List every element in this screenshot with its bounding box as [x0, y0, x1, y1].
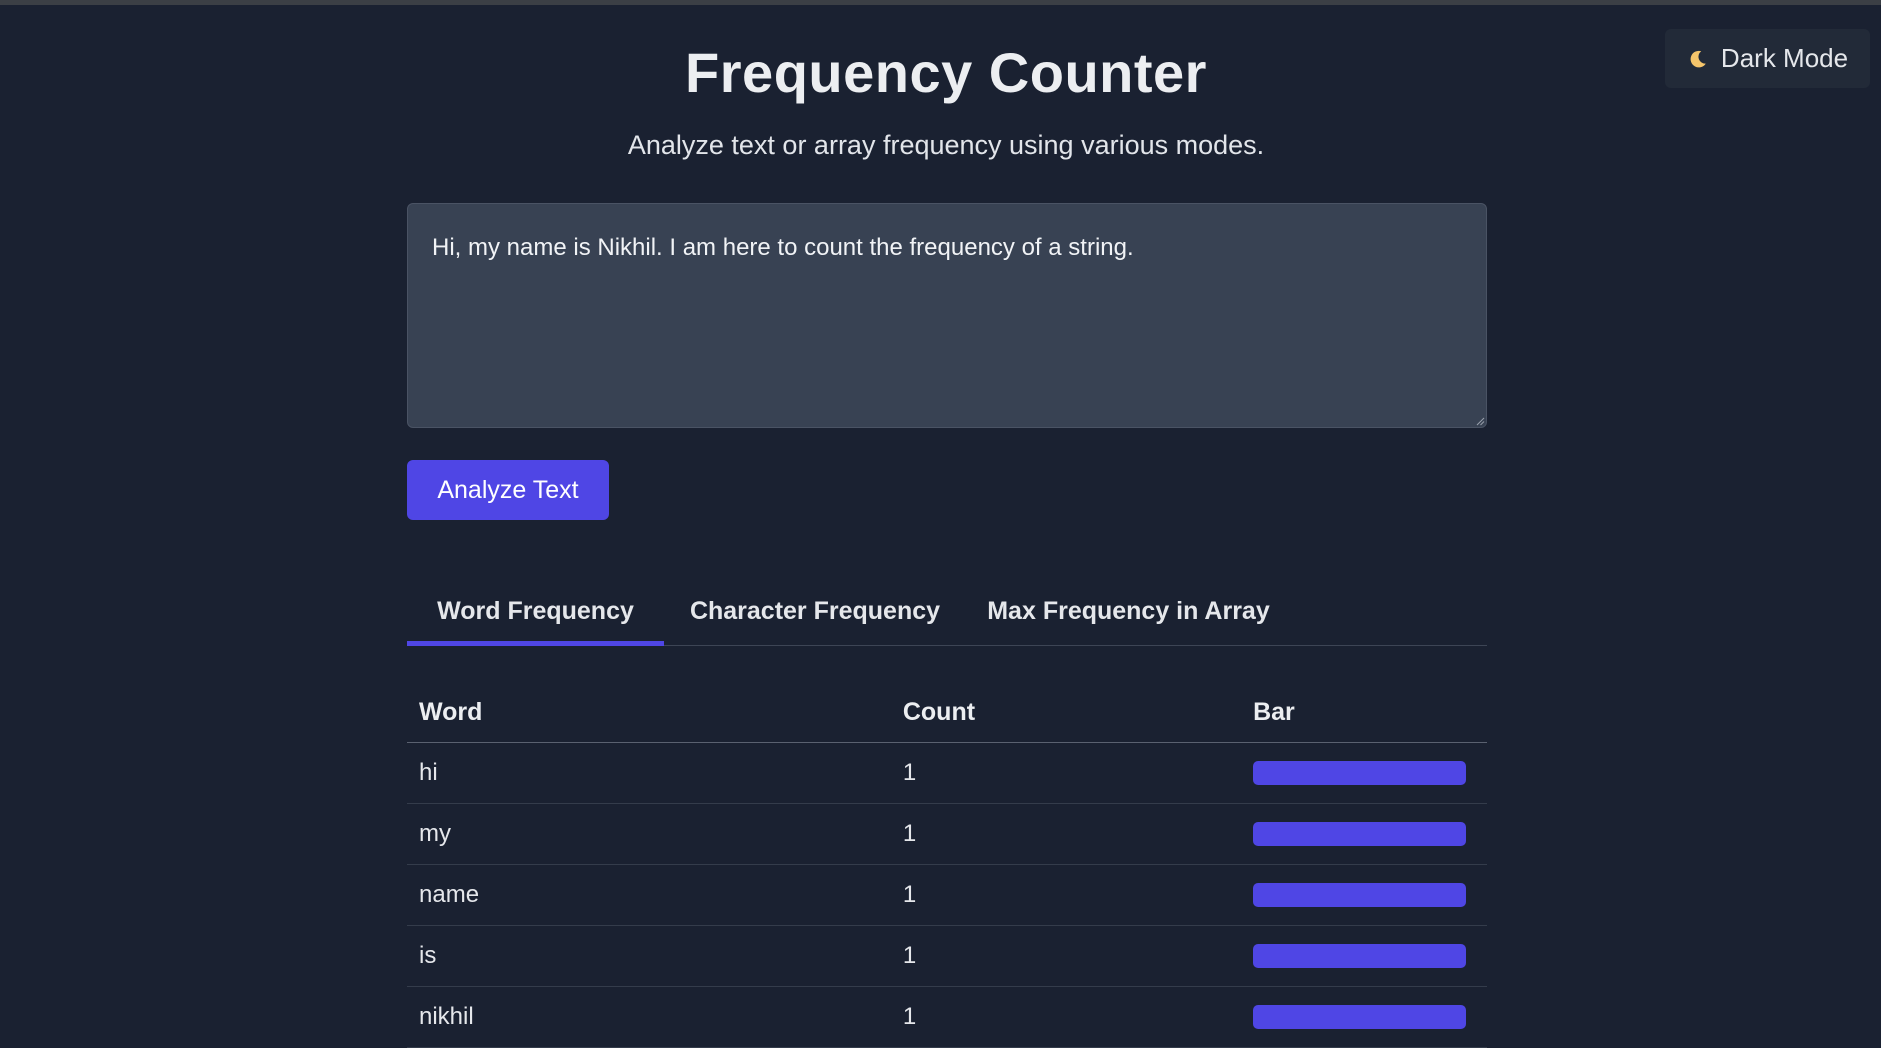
bar-cell — [1241, 986, 1487, 1048]
column-header-word: Word — [407, 682, 891, 743]
word-cell: is — [407, 925, 891, 987]
column-header-count: Count — [890, 682, 1242, 743]
page-title: Frequency Counter — [685, 41, 1207, 104]
count-cell: 1 — [890, 803, 1242, 865]
table-row: is 1 — [407, 925, 1487, 987]
mode-tabs: Word Frequency Character Frequency Max F… — [407, 576, 1487, 646]
table-row: my 1 — [407, 803, 1487, 865]
frequency-bar — [1253, 1005, 1467, 1029]
table-row: hi 1 — [407, 742, 1487, 804]
table-row: nikhil 1 — [407, 986, 1487, 1048]
analyze-text-button[interactable]: Analyze Text — [407, 460, 609, 520]
frequency-bar — [1253, 883, 1467, 907]
frequency-bar — [1253, 944, 1467, 968]
bar-cell — [1241, 925, 1487, 987]
resize-grip-icon[interactable] — [1475, 416, 1485, 426]
bar-cell — [1241, 803, 1487, 865]
bar-cell — [1241, 742, 1487, 804]
frequency-bar — [1253, 822, 1467, 846]
word-cell: hi — [407, 742, 891, 804]
count-cell: 1 — [890, 925, 1242, 987]
column-header-bar: Bar — [1241, 682, 1487, 743]
bar-cell — [1241, 864, 1487, 926]
count-cell: 1 — [890, 864, 1242, 926]
tab-character-frequency[interactable]: Character Frequency — [664, 576, 966, 646]
word-cell: name — [407, 864, 891, 926]
page-subtitle: Analyze text or array frequency using va… — [627, 130, 1265, 160]
text-input[interactable] — [407, 203, 1487, 428]
frequency-table: Word Count Bar hi 1 my 1 name 1 is 1 nik… — [407, 682, 1487, 1048]
word-cell: my — [407, 803, 891, 865]
table-header-row: Word Count Bar — [407, 682, 1487, 743]
tab-word-frequency[interactable]: Word Frequency — [407, 576, 664, 646]
word-cell: nikhil — [407, 986, 891, 1048]
frequency-bar — [1253, 761, 1467, 785]
count-cell: 1 — [890, 742, 1242, 804]
window-top-border — [0, 0, 1881, 5]
count-cell: 1 — [890, 986, 1242, 1048]
table-row: name 1 — [407, 864, 1487, 926]
tab-max-frequency-in-array[interactable]: Max Frequency in Array — [966, 576, 1291, 646]
